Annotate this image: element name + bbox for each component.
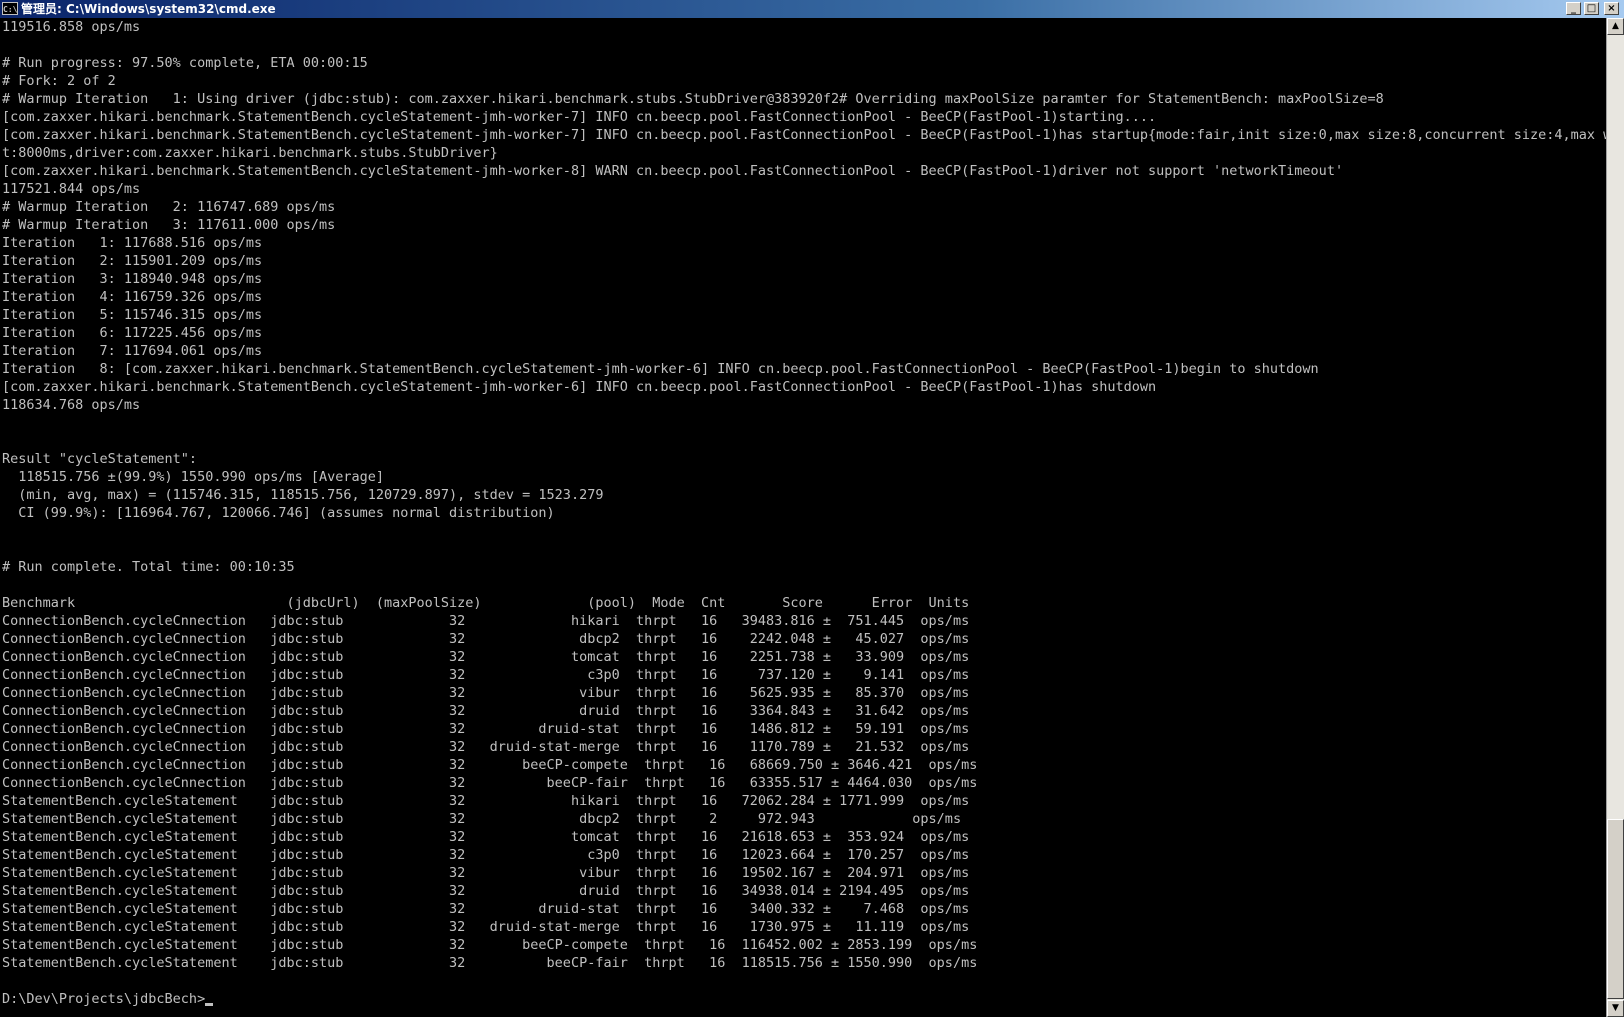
console-line: StatementBench.cycleStatement jdbc:stub … <box>2 955 978 971</box>
prompt-text: D:\Dev\Projects\jdbcBech> <box>2 991 206 1007</box>
window-title: 管理员: C:\Windows\system32\cmd.exe <box>21 2 276 16</box>
console-line: StatementBench.cycleStatement jdbc:stub … <box>2 901 970 917</box>
console-line: ConnectionBench.cycleCnnection jdbc:stub… <box>2 775 978 791</box>
console-line: 118634.768 ops/ms <box>2 397 141 413</box>
console-line: 118515.756 ±(99.9%) 1550.990 ops/ms [Ave… <box>2 469 385 485</box>
console-line: [com.zaxxer.hikari.benchmark.StatementBe… <box>2 127 1606 143</box>
console-line: Iteration 7: 117694.061 ops/ms <box>2 343 263 359</box>
minimize-button[interactable]: _ <box>1566 2 1581 15</box>
console-line: # Run complete. Total time: 00:10:35 <box>2 559 295 575</box>
console-line: # Fork: 2 of 2 <box>2 73 116 89</box>
console-line: Iteration 6: 117225.456 ops/ms <box>2 325 263 341</box>
console-line: Iteration 1: 117688.516 ops/ms <box>2 235 263 251</box>
console-line: 119516.858 ops/ms <box>2 19 141 35</box>
console-line: Iteration 2: 115901.209 ops/ms <box>2 253 263 269</box>
console-line: Result "cycleStatement": <box>2 451 198 467</box>
console-line: ConnectionBench.cycleCnnection jdbc:stub… <box>2 721 970 737</box>
scrollbar-thumb[interactable] <box>1607 819 1624 999</box>
console-output[interactable]: 119516.858 ops/ms # Run progress: 97.50% … <box>0 18 1606 1016</box>
console-line: StatementBench.cycleStatement jdbc:stub … <box>2 829 970 845</box>
console-line: [com.zaxxer.hikari.benchmark.StatementBe… <box>2 109 1157 125</box>
console-line: ConnectionBench.cycleCnnection jdbc:stub… <box>2 631 970 647</box>
scroll-down-arrow-icon[interactable]: ▼ <box>1607 1000 1624 1017</box>
console-line: # Warmup Iteration 1: Using driver (jdbc… <box>2 91 1384 107</box>
command-prompt[interactable]: D:\Dev\Projects\jdbcBech> <box>0 990 1606 1008</box>
console-line: # Warmup Iteration 2: 116747.689 ops/ms <box>2 199 336 215</box>
console-line: Iteration 8: [com.zaxxer.hikari.benchmar… <box>2 361 1319 377</box>
console-line: Iteration 3: 118940.948 ops/ms <box>2 271 263 287</box>
console-line: (min, avg, max) = (115746.315, 118515.75… <box>2 487 604 503</box>
console-line: StatementBench.cycleStatement jdbc:stub … <box>2 793 970 809</box>
console-line: ConnectionBench.cycleCnnection jdbc:stub… <box>2 613 970 629</box>
vertical-scrollbar[interactable]: ▲ ▼ <box>1606 18 1624 1017</box>
console-line: ConnectionBench.cycleCnnection jdbc:stub… <box>2 757 978 773</box>
title-bar[interactable]: C:\ 管理员: C:\Windows\system32\cmd.exe _ □… <box>0 0 1624 18</box>
console-line: ConnectionBench.cycleCnnection jdbc:stub… <box>2 649 970 665</box>
scroll-up-arrow-icon[interactable]: ▲ <box>1607 18 1624 35</box>
console-line: ConnectionBench.cycleCnnection jdbc:stub… <box>2 739 970 755</box>
console-line: StatementBench.cycleStatement jdbc:stub … <box>2 919 970 935</box>
console-line: ConnectionBench.cycleCnnection jdbc:stub… <box>2 703 970 719</box>
console-line: 117521.844 ops/ms <box>2 181 141 197</box>
console-line: StatementBench.cycleStatement jdbc:stub … <box>2 937 978 953</box>
console-line: Iteration 4: 116759.326 ops/ms <box>2 289 263 305</box>
console-line: t:8000ms,driver:com.zaxxer.hikari.benchm… <box>2 145 498 161</box>
text-cursor <box>205 1003 214 1006</box>
console-line: # Warmup Iteration 3: 117611.000 ops/ms <box>2 217 336 233</box>
console-line: Benchmark (jdbcUrl) (maxPoolSize) (pool)… <box>2 595 970 611</box>
console-line: StatementBench.cycleStatement jdbc:stub … <box>2 847 970 863</box>
console-line: StatementBench.cycleStatement jdbc:stub … <box>2 811 962 827</box>
console-line: [com.zaxxer.hikari.benchmark.StatementBe… <box>2 379 1157 395</box>
close-button[interactable]: × <box>1604 2 1619 15</box>
console-line: # Run progress: 97.50% complete, ETA 00:… <box>2 55 368 71</box>
cmd-icon[interactable]: C:\ <box>2 2 18 15</box>
console-line: ConnectionBench.cycleCnnection jdbc:stub… <box>2 685 970 701</box>
cmd-window: C:\ 管理员: C:\Windows\system32\cmd.exe _ □… <box>0 0 1624 1017</box>
maximize-button[interactable]: □ <box>1584 2 1599 15</box>
console-line: ConnectionBench.cycleCnnection jdbc:stub… <box>2 667 970 683</box>
console-line: StatementBench.cycleStatement jdbc:stub … <box>2 883 970 899</box>
console-line: [com.zaxxer.hikari.benchmark.StatementBe… <box>2 163 1344 179</box>
console-line: Iteration 5: 115746.315 ops/ms <box>2 307 263 323</box>
console-line: CI (99.9%): [116964.767, 120066.746] (as… <box>2 505 555 521</box>
console-line: StatementBench.cycleStatement jdbc:stub … <box>2 865 970 881</box>
